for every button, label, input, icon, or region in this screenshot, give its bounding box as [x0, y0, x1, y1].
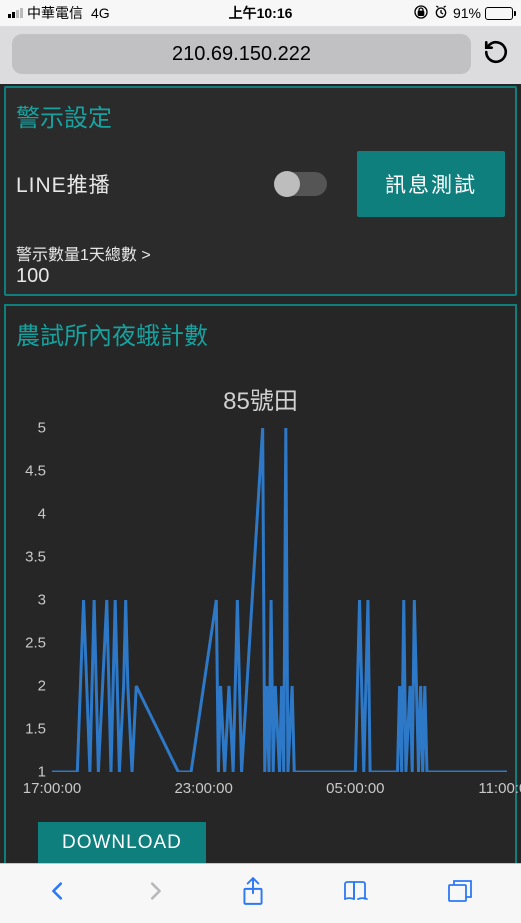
chart-plot [52, 428, 507, 772]
safari-toolbar [0, 863, 521, 923]
y-tick: 2 [38, 678, 46, 695]
y-axis: 11.522.533.544.55 [10, 428, 50, 772]
chart-line [52, 428, 507, 772]
x-tick: 11:00:00 [478, 780, 521, 797]
tabs-icon[interactable] [446, 878, 474, 909]
chart-panel-title: 農試所內夜蛾計數 [10, 312, 511, 363]
forward-icon[interactable] [144, 877, 166, 910]
x-axis: 17:00:0023:00:0005:00:0011:00:00 [52, 776, 507, 808]
battery-icon [485, 7, 513, 20]
url-field[interactable]: 210.69.150.222 [12, 34, 471, 74]
x-tick: 23:00:00 [174, 780, 232, 797]
x-tick: 17:00:00 [23, 780, 81, 797]
page-content: 警示設定 LINE推播 訊息測試 警示數量1天總數 > 100 農試所內夜蛾計數… [0, 84, 521, 863]
y-tick: 1.5 [25, 721, 46, 738]
y-tick: 1 [38, 764, 46, 781]
x-tick: 05:00:00 [326, 780, 384, 797]
battery-percent-label: 91% [453, 5, 481, 21]
message-test-button[interactable]: 訊息測試 [357, 151, 505, 217]
y-tick: 2.5 [25, 635, 46, 652]
y-tick: 4.5 [25, 463, 46, 480]
y-tick: 3 [38, 592, 46, 609]
y-tick: 5 [38, 420, 46, 437]
line-push-label: LINE推播 [16, 169, 111, 199]
y-tick: 3.5 [25, 549, 46, 566]
chart-area: 11.522.533.544.55 17:00:0023:00:0005:00:… [10, 428, 511, 808]
carrier-label: 中華電信 [27, 3, 83, 23]
line-push-toggle[interactable] [275, 172, 327, 196]
download-button[interactable]: DOWNLOAD [38, 822, 206, 863]
lock-rotation-icon [413, 4, 429, 23]
alert-settings-panel: 警示設定 LINE推播 訊息測試 警示數量1天總數 > 100 [4, 86, 517, 296]
chart-title: 85號田 [10, 363, 511, 422]
back-icon[interactable] [47, 877, 69, 910]
signal-icon [8, 8, 23, 18]
ios-status-bar: 中華電信 4G 上午10:16 91% [0, 0, 521, 26]
share-icon[interactable] [240, 876, 266, 911]
threshold-label: 警示數量1天總數 > [16, 237, 505, 265]
alert-panel-title: 警示設定 [16, 94, 505, 145]
network-label: 4G [91, 5, 110, 21]
bookmarks-icon[interactable] [341, 878, 371, 909]
reload-icon[interactable] [483, 39, 509, 70]
threshold-value[interactable]: 100 [16, 265, 505, 294]
moth-count-panel: 農試所內夜蛾計數 85號田 1 1.5 2 2.5 3 3.5 4 4.5 5 17:00:00… [4, 304, 517, 863]
clock-label: 上午10:16 [229, 3, 293, 23]
alarm-icon [433, 4, 449, 23]
browser-url-bar: 210.69.150.222 [0, 26, 521, 84]
url-text: 210.69.150.222 [172, 43, 311, 66]
y-tick: 4 [38, 506, 46, 523]
